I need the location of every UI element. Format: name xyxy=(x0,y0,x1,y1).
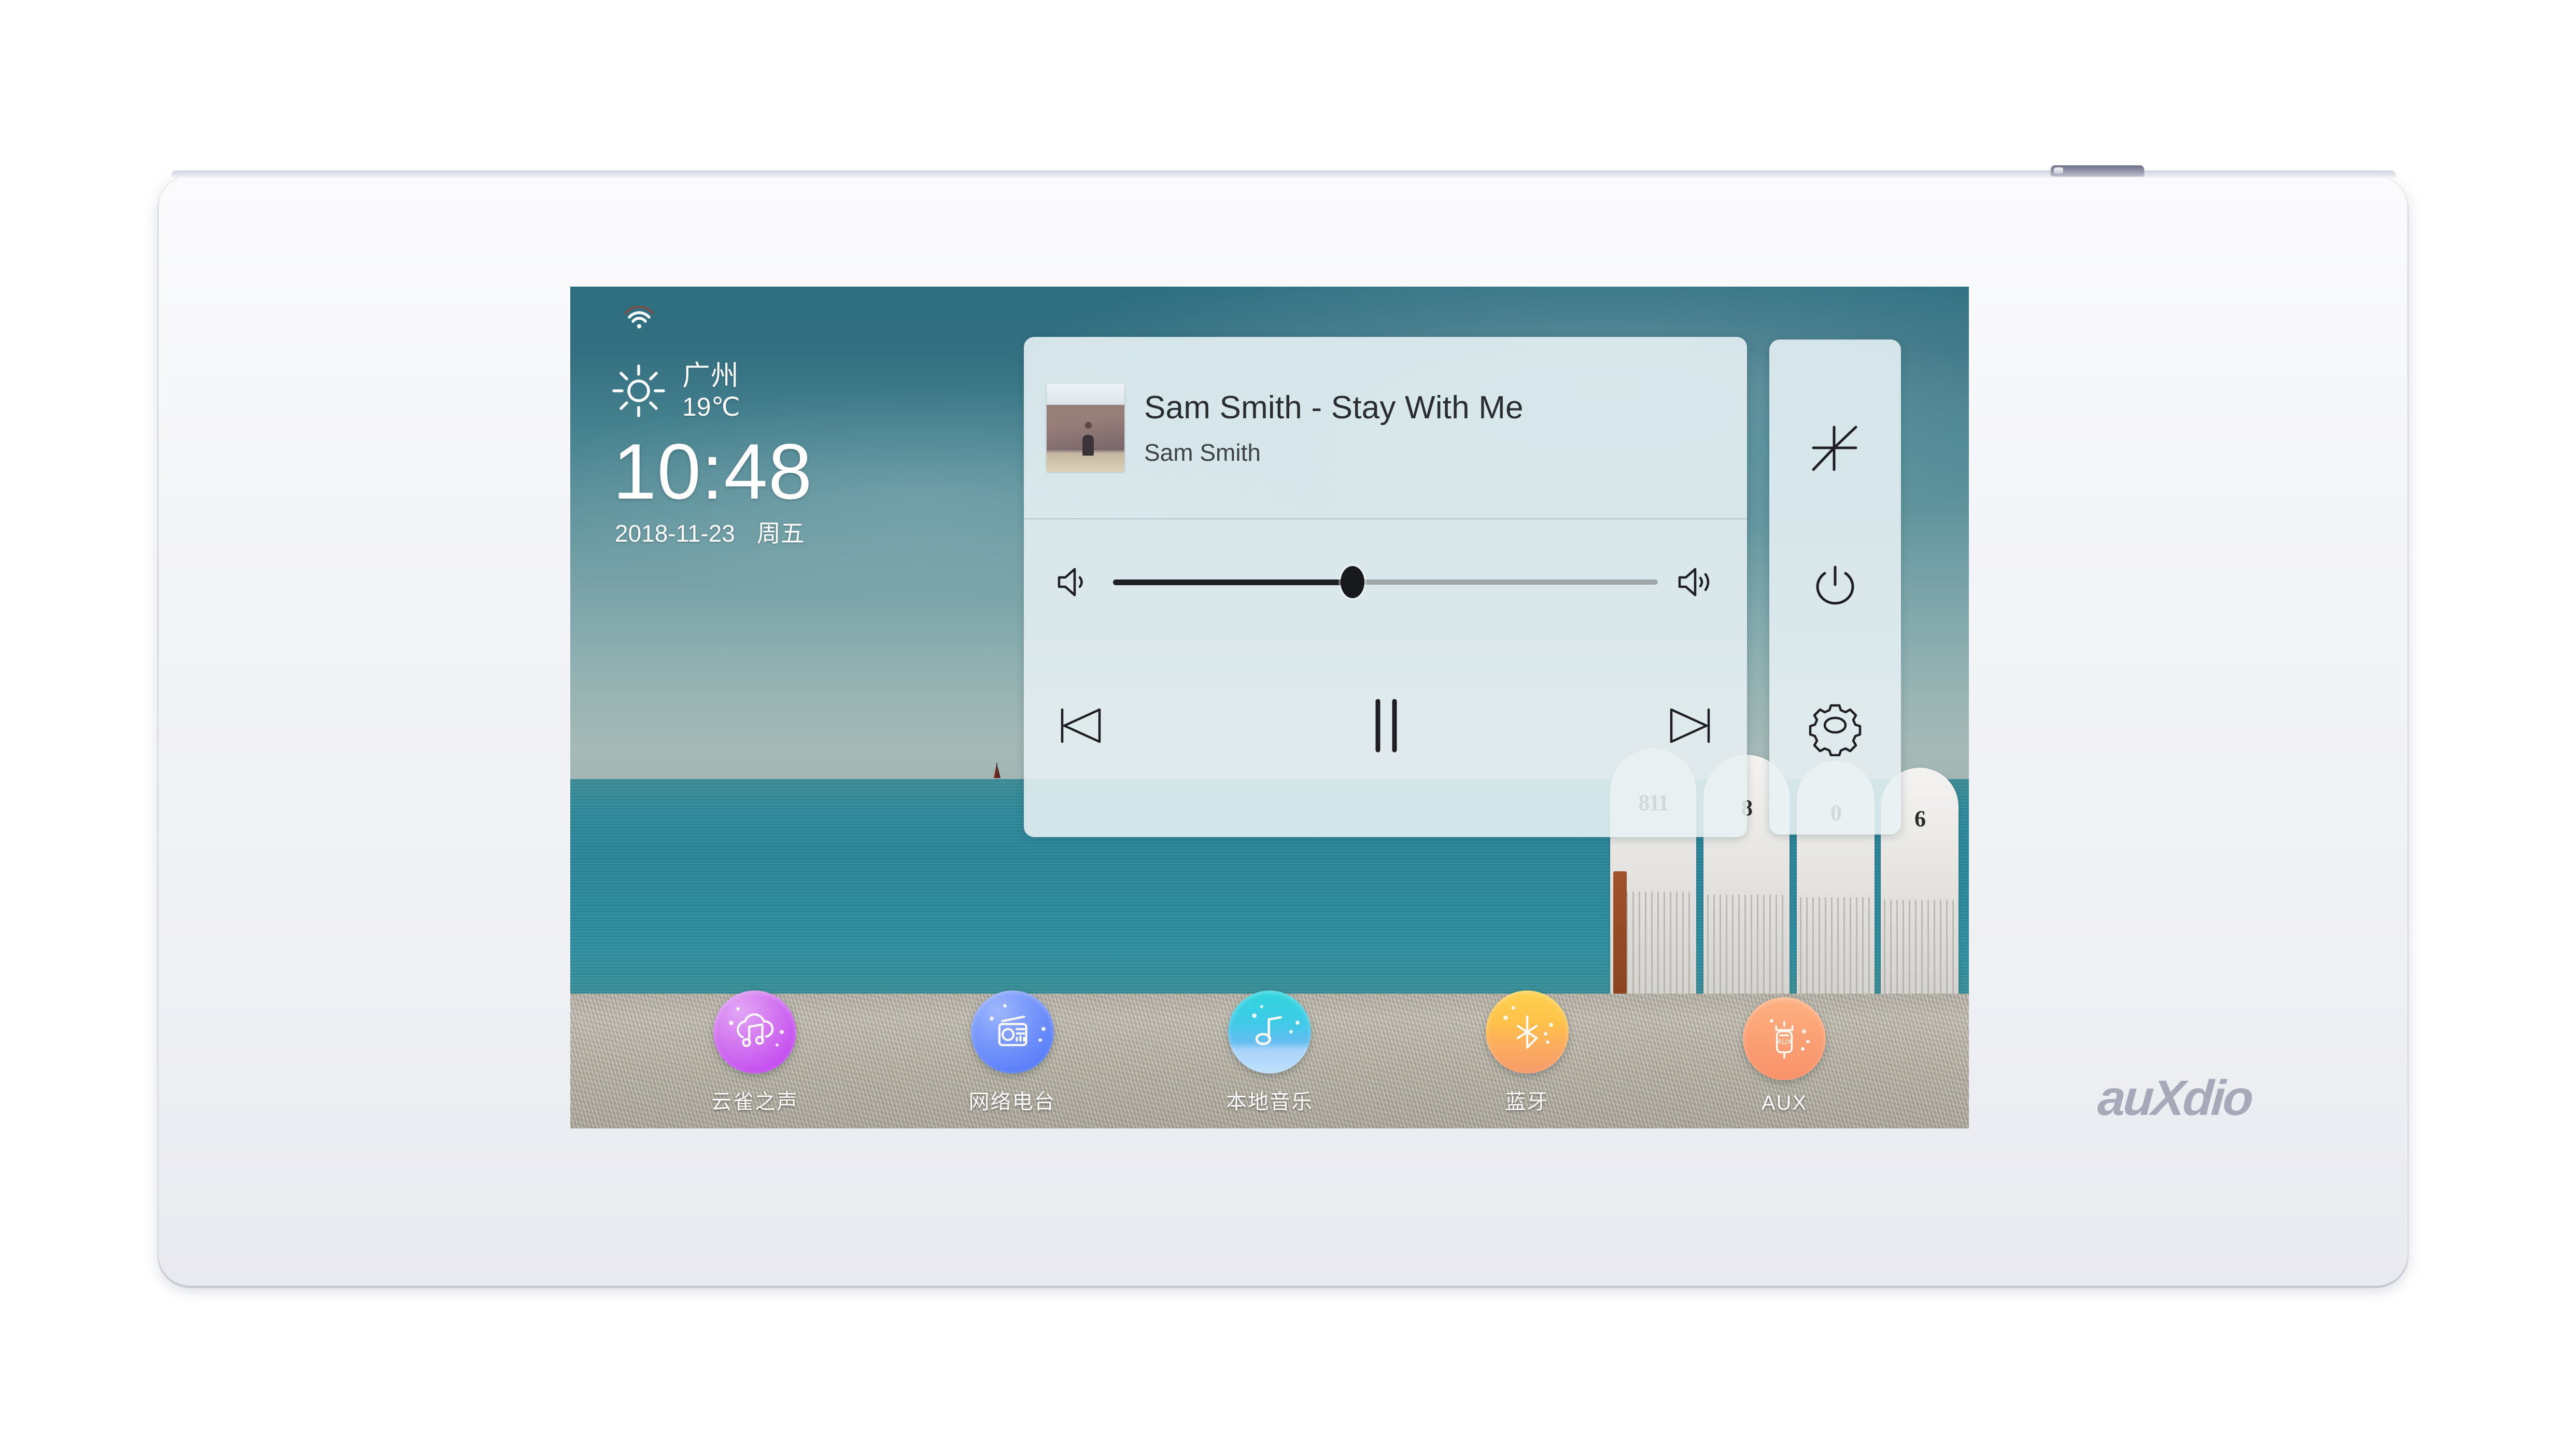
svg-text:AUX: AUX xyxy=(1777,1038,1792,1046)
cloud-music-icon[interactable] xyxy=(713,991,796,1073)
dock-item-cloud-music[interactable]: 云雀之声 xyxy=(682,991,827,1115)
track-title: Sam Smith - Stay With Me xyxy=(1144,389,1524,426)
dock-item-bluetooth[interactable]: 蓝牙 xyxy=(1455,991,1600,1115)
volume-fill xyxy=(1113,579,1353,585)
pause-icon[interactable] xyxy=(1352,692,1419,759)
clock-date-row: 2018-11-23 周五 xyxy=(615,515,805,549)
sun-icon xyxy=(611,363,667,419)
track-artist: Sam Smith xyxy=(1144,439,1261,466)
wifi-icon xyxy=(624,305,655,330)
brand-logo: auXdio xyxy=(2050,1055,2299,1141)
side-control-panel[interactable] xyxy=(1769,340,1901,835)
radio-icon[interactable] xyxy=(970,991,1054,1073)
music-note-icon[interactable] xyxy=(1228,991,1311,1073)
dock-item-local-music[interactable]: 本地音乐 xyxy=(1197,991,1342,1115)
clock-time: 10:48 xyxy=(613,428,813,516)
collapse-arrows-icon[interactable] xyxy=(1804,418,1866,480)
volume-thumb[interactable] xyxy=(1341,566,1365,598)
dock-label-radio: 网络电台 xyxy=(968,1091,1056,1113)
bluetooth-icon[interactable] xyxy=(1485,991,1569,1073)
dock-item-aux[interactable]: AUX AUX xyxy=(1712,997,1857,1115)
clock-date: 2018-11-23 xyxy=(615,520,735,547)
aux-plug-icon[interactable]: AUX xyxy=(1743,997,1826,1080)
volume-low-icon[interactable] xyxy=(1054,563,1095,601)
gear-icon[interactable] xyxy=(1804,694,1866,756)
volume-row[interactable] xyxy=(1024,519,1747,645)
weather-city: 广州 xyxy=(682,360,739,391)
app-dock[interactable]: 云雀之声 网络电台 本地音乐 蓝牙 AUX AUX xyxy=(570,944,1969,1115)
power-icon[interactable] xyxy=(1804,556,1866,618)
dock-label-local-music: 本地音乐 xyxy=(1226,1091,1313,1113)
music-player-card[interactable]: Sam Smith - Stay With Me Sam Smith xyxy=(1024,337,1747,837)
volume-high-icon[interactable] xyxy=(1675,563,1717,601)
brand-logo-text: auXdio xyxy=(2096,1070,2253,1126)
dock-label-cloud-music: 云雀之声 xyxy=(711,1091,798,1113)
touchscreen-display[interactable]: 811 8 0 6 xyxy=(570,287,1969,1128)
dock-label-bluetooth: 蓝牙 xyxy=(1505,1091,1549,1113)
dock-label-aux: AUX xyxy=(1761,1092,1808,1114)
transport-controls[interactable] xyxy=(1024,648,1747,803)
sailboat-decor xyxy=(993,762,1001,782)
volume-slider[interactable] xyxy=(1113,563,1658,601)
dock-item-radio[interactable]: 网络电台 xyxy=(940,991,1085,1115)
clock-weekday: 周五 xyxy=(756,520,805,547)
skip-next-icon[interactable] xyxy=(1662,698,1717,753)
weather-widget[interactable]: 广州 19℃ xyxy=(611,361,740,420)
track-info-row[interactable]: Sam Smith - Stay With Me Sam Smith xyxy=(1024,337,1747,519)
device-top-tab xyxy=(2051,165,2144,176)
skip-previous-icon[interactable] xyxy=(1054,698,1109,753)
weather-temperature: 19℃ xyxy=(682,392,740,422)
album-art xyxy=(1047,384,1124,472)
